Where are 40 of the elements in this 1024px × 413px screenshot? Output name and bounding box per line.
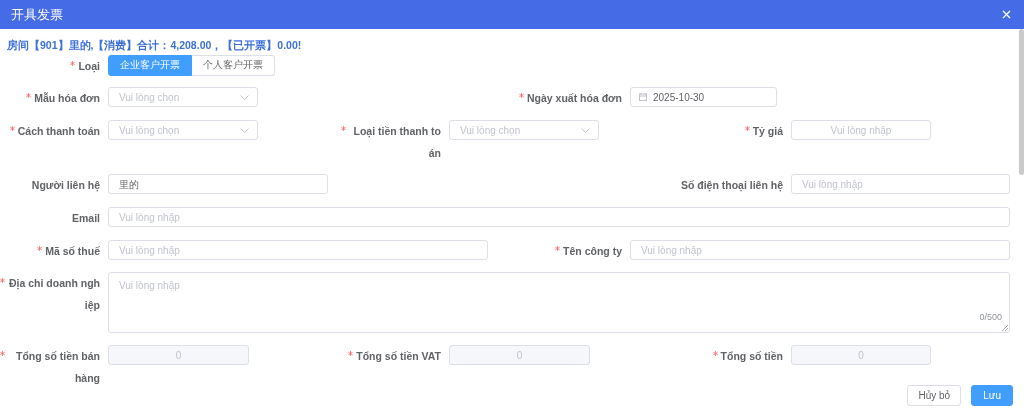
chevron-down-icon xyxy=(240,94,249,100)
select-field[interactable]: Vui lòng chọn xyxy=(108,87,258,107)
calendar-icon xyxy=(639,93,647,101)
character-counter: 0/500 xyxy=(979,310,1002,324)
chevron-down-icon xyxy=(581,127,590,133)
field-label: Tên công ty xyxy=(563,244,622,259)
segment-tab[interactable]: 个人客户开票 xyxy=(192,55,275,76)
input-field[interactable]: Vui lòng nhập xyxy=(791,120,931,140)
input-field[interactable]: Vui lòng nhập xyxy=(791,174,1010,194)
input-field[interactable]: Vui lòng nhập xyxy=(108,207,1010,227)
field-label: Mã số thuế xyxy=(45,244,100,259)
dialog-title: 开具发票 xyxy=(11,5,63,24)
input-field[interactable]: Vui lòng nhập xyxy=(108,240,488,260)
select-field[interactable]: Vui lòng chọn xyxy=(449,120,599,140)
field-label: Số điện thoại liên hệ xyxy=(680,178,783,194)
close-icon[interactable] xyxy=(1002,10,1011,19)
chevron-down-icon xyxy=(240,127,249,133)
date-field[interactable]: 2025-10-30 xyxy=(630,87,777,107)
field-label: Tổng số tiền xyxy=(720,349,783,364)
scrollbar[interactable] xyxy=(1019,29,1024,175)
field-label: Tổng số tiền VAT xyxy=(356,349,441,364)
segment-tab[interactable]: 企业客户开票 xyxy=(108,55,192,76)
field-label: Mẫu hóa đơn xyxy=(34,91,100,106)
input-field[interactable]: 里的 xyxy=(108,174,328,194)
field-label: Cách thanh toán xyxy=(17,124,100,139)
field-label: Loại tiền thanh toán xyxy=(352,124,441,161)
field-label: Người liên hệ xyxy=(31,178,100,194)
input-field[interactable]: Vui lòng nhập xyxy=(630,240,1010,260)
text-area[interactable]: Vui lòng nhập 0/500 xyxy=(108,272,1010,333)
select-field[interactable]: Vui lòng chọn xyxy=(108,120,258,140)
summary-text: 房间【901】里的,【消费】合计：4,208.00，【已开票】0.00! xyxy=(6,39,303,53)
field-label: Tỷ giá xyxy=(752,124,783,139)
field-label: Tổng số tiền bán hàng xyxy=(15,349,100,385)
field-label: Loại xyxy=(78,59,100,75)
field-label: Email xyxy=(72,211,100,226)
save-button[interactable]: Lưu xyxy=(971,385,1013,406)
field-label: Ngày xuất hóa đơn xyxy=(527,91,622,106)
cancel-button[interactable]: Hủy bỏ xyxy=(907,385,962,406)
resize-handle-icon[interactable] xyxy=(1002,325,1008,331)
field-label: Địa chỉ doanh nghiệp xyxy=(8,276,100,314)
